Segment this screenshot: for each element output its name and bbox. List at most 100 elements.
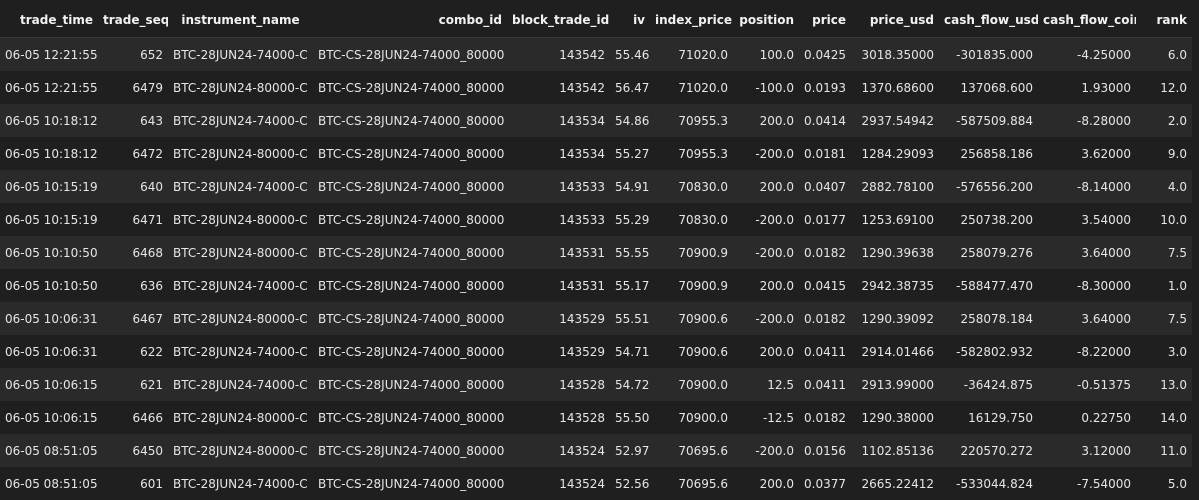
cell-combo-id: BTC-CS-28JUN24-74000_80000 [313, 269, 507, 302]
col-header-cash-flow-coin: cash_flow_coin [1038, 3, 1136, 38]
cell-price: 0.0414 [799, 104, 851, 137]
table-row: 06-05 10:06:156466BTC-28JUN24-80000-CBTC… [0, 401, 1192, 434]
cell-trade-time: 06-05 08:51:05 [0, 434, 98, 467]
cell-block-trade-id: 143534 [507, 137, 610, 170]
cell-index-price: 70900.0 [650, 368, 733, 401]
col-header-cash-flow-usd: cash_flow_usd [939, 3, 1038, 38]
cell-cash-flow-usd: -582802.932 [939, 335, 1038, 368]
table-row: 06-05 08:51:05601BTC-28JUN24-74000-CBTC-… [0, 467, 1192, 500]
cell-instrument-name: BTC-28JUN24-80000-C [168, 137, 313, 170]
cell-combo-id: BTC-CS-28JUN24-74000_80000 [313, 467, 507, 500]
cell-trade-time: 06-05 10:15:19 [0, 203, 98, 236]
cell-block-trade-id: 143531 [507, 236, 610, 269]
cell-price-usd: 2913.99000 [851, 368, 939, 401]
table-row: 06-05 12:21:556479BTC-28JUN24-80000-CBTC… [0, 71, 1192, 104]
cell-trade-time: 06-05 10:06:15 [0, 368, 98, 401]
table-row: 06-05 12:21:55652BTC-28JUN24-74000-CBTC-… [0, 38, 1192, 72]
cell-position: 200.0 [733, 269, 799, 302]
cell-price-usd: 1290.39638 [851, 236, 939, 269]
cell-cash-flow-usd: 220570.272 [939, 434, 1038, 467]
cell-trade-time: 06-05 10:06:31 [0, 335, 98, 368]
cell-instrument-name: BTC-28JUN24-80000-C [168, 203, 313, 236]
cell-price-usd: 1290.38000 [851, 401, 939, 434]
cell-trade-time: 06-05 10:18:12 [0, 104, 98, 137]
cell-instrument-name: BTC-28JUN24-74000-C [168, 269, 313, 302]
cell-iv: 55.50 [610, 401, 650, 434]
cell-instrument-name: BTC-28JUN24-74000-C [168, 38, 313, 72]
cell-cash-flow-coin: -8.14000 [1038, 170, 1136, 203]
cell-price-usd: 2665.22412 [851, 467, 939, 500]
cell-position: -12.5 [733, 401, 799, 434]
cell-cash-flow-coin: 1.93000 [1038, 71, 1136, 104]
cell-price: 0.0407 [799, 170, 851, 203]
cell-trade-seq: 601 [98, 467, 168, 500]
cell-combo-id: BTC-CS-28JUN24-74000_80000 [313, 71, 507, 104]
cell-cash-flow-coin: 3.64000 [1038, 236, 1136, 269]
cell-cash-flow-usd: 256858.186 [939, 137, 1038, 170]
cell-cash-flow-usd: 16129.750 [939, 401, 1038, 434]
cell-block-trade-id: 143529 [507, 302, 610, 335]
cell-index-price: 71020.0 [650, 38, 733, 72]
table-row: 06-05 10:06:316467BTC-28JUN24-80000-CBTC… [0, 302, 1192, 335]
cell-price: 0.0182 [799, 302, 851, 335]
cell-combo-id: BTC-CS-28JUN24-74000_80000 [313, 401, 507, 434]
cell-price: 0.0182 [799, 236, 851, 269]
cell-instrument-name: BTC-28JUN24-74000-C [168, 170, 313, 203]
cell-cash-flow-coin: -8.28000 [1038, 104, 1136, 137]
table-row: 06-05 10:15:196471BTC-28JUN24-80000-CBTC… [0, 203, 1192, 236]
cell-trade-time: 06-05 12:21:55 [0, 38, 98, 72]
cell-price: 0.0182 [799, 401, 851, 434]
cell-iv: 55.27 [610, 137, 650, 170]
cell-iv: 54.91 [610, 170, 650, 203]
cell-combo-id: BTC-CS-28JUN24-74000_80000 [313, 434, 507, 467]
cell-rank: 12.0 [1136, 71, 1192, 104]
cell-price-usd: 2914.01466 [851, 335, 939, 368]
cell-price: 0.0193 [799, 71, 851, 104]
cell-index-price: 70830.0 [650, 170, 733, 203]
cell-index-price: 70900.0 [650, 401, 733, 434]
cell-trade-time: 06-05 10:10:50 [0, 269, 98, 302]
cell-block-trade-id: 143528 [507, 401, 610, 434]
cell-trade-seq: 6472 [98, 137, 168, 170]
cell-trade-time: 06-05 08:51:05 [0, 467, 98, 500]
cell-block-trade-id: 143534 [507, 104, 610, 137]
cell-price-usd: 2882.78100 [851, 170, 939, 203]
cell-cash-flow-coin: 3.64000 [1038, 302, 1136, 335]
cell-rank: 1.0 [1136, 269, 1192, 302]
cell-cash-flow-coin: 3.62000 [1038, 137, 1136, 170]
cell-rank: 11.0 [1136, 434, 1192, 467]
cell-trade-seq: 621 [98, 368, 168, 401]
cell-cash-flow-coin: 3.12000 [1038, 434, 1136, 467]
cell-trade-seq: 622 [98, 335, 168, 368]
cell-price-usd: 1102.85136 [851, 434, 939, 467]
table-row: 06-05 10:18:12643BTC-28JUN24-74000-CBTC-… [0, 104, 1192, 137]
cell-cash-flow-coin: 3.54000 [1038, 203, 1136, 236]
col-header-price: price [799, 3, 851, 38]
cell-rank: 7.5 [1136, 236, 1192, 269]
cell-cash-flow-usd: 258079.276 [939, 236, 1038, 269]
cell-position: -200.0 [733, 137, 799, 170]
cell-instrument-name: BTC-28JUN24-80000-C [168, 236, 313, 269]
cell-trade-seq: 6471 [98, 203, 168, 236]
cell-block-trade-id: 143524 [507, 467, 610, 500]
cell-rank: 7.5 [1136, 302, 1192, 335]
cell-block-trade-id: 143533 [507, 203, 610, 236]
cell-block-trade-id: 143531 [507, 269, 610, 302]
cell-price: 0.0177 [799, 203, 851, 236]
cell-position: 200.0 [733, 335, 799, 368]
cell-cash-flow-usd: -588477.470 [939, 269, 1038, 302]
cell-combo-id: BTC-CS-28JUN24-74000_80000 [313, 170, 507, 203]
cell-rank: 14.0 [1136, 401, 1192, 434]
cell-position: -100.0 [733, 71, 799, 104]
cell-price: 0.0411 [799, 335, 851, 368]
cell-price-usd: 1284.29093 [851, 137, 939, 170]
cell-instrument-name: BTC-28JUN24-80000-C [168, 401, 313, 434]
cell-index-price: 70900.9 [650, 269, 733, 302]
cell-rank: 9.0 [1136, 137, 1192, 170]
cell-rank: 13.0 [1136, 368, 1192, 401]
cell-cash-flow-usd: 258078.184 [939, 302, 1038, 335]
cell-price: 0.0377 [799, 467, 851, 500]
cell-trade-time: 06-05 10:18:12 [0, 137, 98, 170]
cell-block-trade-id: 143533 [507, 170, 610, 203]
cell-index-price: 70830.0 [650, 203, 733, 236]
